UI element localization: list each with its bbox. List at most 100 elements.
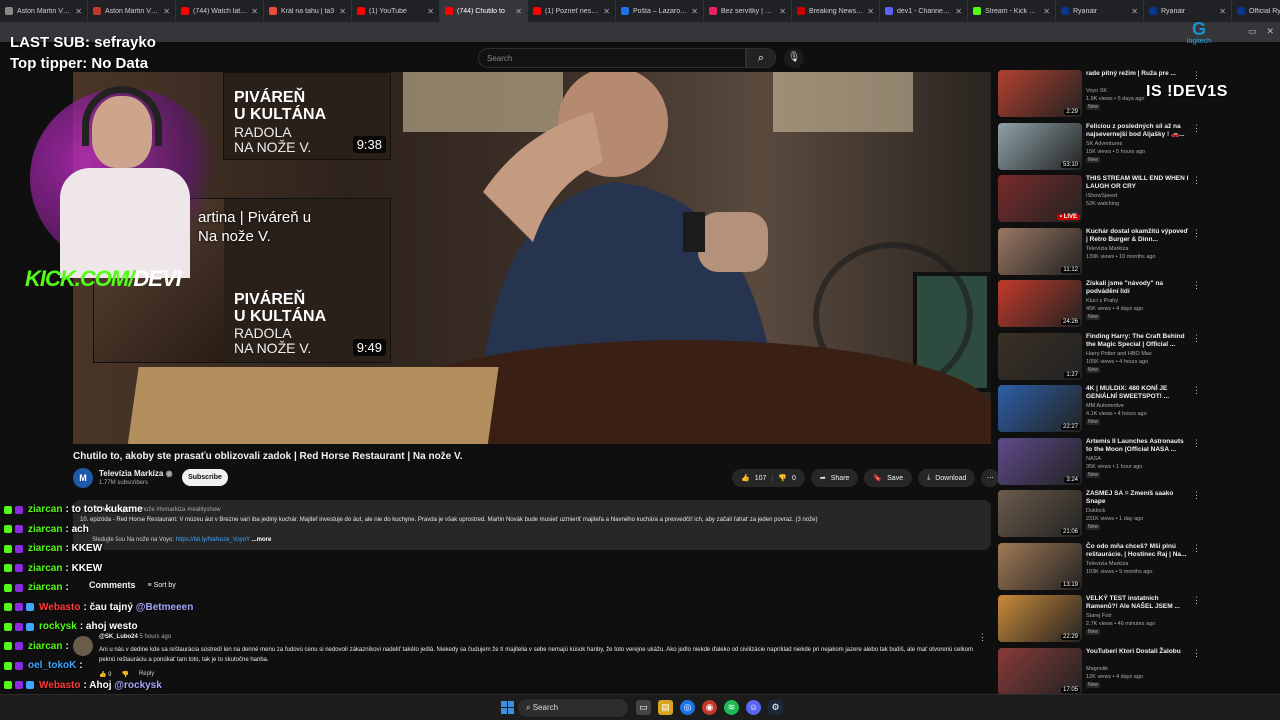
chat-username[interactable]: ziarcan bbox=[28, 543, 62, 554]
recommended-channel[interactable]: Kluci z Prahy bbox=[1086, 298, 1118, 304]
browser-tab[interactable]: Breaking News, Lat ✕ bbox=[792, 0, 880, 22]
tab-close-icon[interactable]: ✕ bbox=[603, 7, 610, 16]
recommended-title[interactable]: 4K | MULDIX: 480 KONÍ JE GENIÁLNÍ SWEETS… bbox=[1086, 385, 1190, 401]
chat-username[interactable]: ziarcan bbox=[28, 641, 62, 652]
tab-close-icon[interactable]: ✕ bbox=[75, 7, 82, 16]
discord-icon[interactable]: ☺ bbox=[746, 700, 761, 715]
browser-tab[interactable]: Bez servítky | TV JOJ ✕ bbox=[704, 0, 792, 22]
more-options-icon[interactable]: ⋮ bbox=[1192, 648, 1201, 659]
tab-close-icon[interactable]: ✕ bbox=[1219, 7, 1226, 16]
recommended-thumbnail[interactable]: 21:06 bbox=[998, 490, 1082, 537]
recommended-channel[interactable]: MM Automotive bbox=[1086, 403, 1124, 409]
recommended-video[interactable]: 17:05 YouTuberi Ktori Dostali Žalobu Mag… bbox=[998, 647, 1208, 696]
app-icon[interactable]: ◉ bbox=[702, 700, 717, 715]
tab-close-icon[interactable]: ✕ bbox=[867, 7, 874, 16]
recommended-title[interactable]: Získali jsme "návody" na podvádění lidí bbox=[1086, 280, 1190, 296]
more-options-icon[interactable]: ⋮ bbox=[1192, 438, 1201, 449]
share-button[interactable]: ➦ Share bbox=[810, 469, 859, 487]
more-options-icon[interactable]: ⋮ bbox=[1192, 228, 1201, 239]
voice-search-button[interactable]: 🎙 bbox=[784, 48, 804, 68]
browser-tab[interactable]: dev1 - Channel Stre✕ bbox=[880, 0, 968, 22]
recommended-video[interactable]: 53:10 Felicíou z posledných síl až na na… bbox=[998, 122, 1208, 173]
recommended-channel[interactable]: NASA bbox=[1086, 456, 1101, 462]
browser-tab[interactable]: Stream - Kick Dash ✕ bbox=[968, 0, 1056, 22]
recommended-video[interactable]: 2:29 rade pitný režim | Ruža pre ... Voy… bbox=[998, 70, 1208, 120]
video-end-card[interactable]: PIVÁREŇ U KULTÁNA RADOLA NA NOŽE V. 9:38 bbox=[223, 72, 391, 160]
recommended-thumbnail[interactable]: 11:12 bbox=[998, 227, 1082, 275]
save-button[interactable]: 🔖 Save bbox=[864, 469, 913, 487]
like-button[interactable]: 👍 107 | 👎 0 bbox=[732, 469, 805, 487]
recommended-channel[interactable]: Duklock bbox=[1086, 508, 1106, 514]
recommended-title[interactable]: THIS STREAM WILL END WHEN I LAUGH OR CRY bbox=[1086, 175, 1190, 191]
download-button[interactable]: ⤓ Download bbox=[918, 469, 976, 487]
recommended-title[interactable]: VELKÝ TEST instatních Ramenů?! Ale NAŠEL… bbox=[1086, 595, 1190, 611]
tab-close-icon[interactable]: ✕ bbox=[955, 7, 962, 16]
chat-username[interactable]: oel_tokoK bbox=[28, 660, 76, 671]
recommended-video[interactable]: 13:19 Čo odo mňa chceš? Mši plnú reštaur… bbox=[998, 542, 1208, 593]
recommended-thumbnail[interactable]: 22:29 bbox=[998, 595, 1082, 642]
recommended-title[interactable]: Finding Harry: The Craft Behind the Magi… bbox=[1086, 333, 1190, 349]
voyo-link[interactable]: https://bit.ly/NaNoze_VoyoY bbox=[176, 537, 250, 543]
recommended-video[interactable]: 24:26 Získali jsme "návody" na podvádění… bbox=[998, 280, 1208, 330]
steam-icon[interactable]: ⚙ bbox=[768, 700, 783, 715]
more-options-icon[interactable]: ⋮ bbox=[1192, 70, 1201, 81]
recommended-title[interactable]: Artemis II Launches Astronauts to the Mo… bbox=[1086, 438, 1190, 454]
tab-close-icon[interactable]: ✕ bbox=[779, 7, 786, 16]
recommended-thumbnail[interactable]: 1:27 bbox=[998, 332, 1082, 380]
chat-username[interactable]: ziarcan bbox=[28, 504, 62, 515]
recommended-video[interactable]: 22:29 VELKÝ TEST instatních Ramenů?! Ale… bbox=[998, 595, 1208, 645]
channel-name[interactable]: Televízia Markíza ◉ bbox=[99, 469, 173, 478]
more-options-icon[interactable]: ⋮ bbox=[1192, 595, 1201, 606]
recommended-channel[interactable]: Starej Fotr bbox=[1086, 613, 1112, 619]
browser-tab[interactable]: (1) YouTube ✕ bbox=[352, 0, 440, 22]
recommended-title[interactable]: ZASMEJ SA = Zmeníš saako Snape bbox=[1086, 490, 1190, 506]
tab-close-icon[interactable]: ✕ bbox=[691, 7, 698, 16]
recommended-channel[interactable]: Televízia Markíza bbox=[1086, 561, 1129, 567]
windows-start-icon[interactable] bbox=[501, 701, 514, 714]
more-options-icon[interactable]: ⋮ bbox=[1192, 280, 1201, 291]
chrome-icon[interactable]: ◎ bbox=[680, 700, 695, 715]
more-actions-button[interactable]: ⋯ bbox=[981, 469, 1000, 487]
recommended-thumbnail[interactable]: 17:05 bbox=[998, 647, 1082, 695]
taskbar-search[interactable]: ⌕ Search bbox=[518, 699, 628, 717]
recommended-thumbnail[interactable]: 22:27 bbox=[998, 385, 1082, 432]
description-tags[interactable]: #nanože #tvmarkiza #realityshow bbox=[132, 507, 221, 513]
recommended-video[interactable]: 3:24 Artemis II Launches Astronauts to t… bbox=[998, 437, 1208, 488]
recommended-thumbnail[interactable]: 13:19 bbox=[998, 542, 1082, 590]
browser-tab[interactable]: (744) Watch later - ✕ bbox=[176, 0, 264, 22]
browser-tab[interactable]: Pošta – Lazarov – C ✕ bbox=[616, 0, 704, 22]
recommended-video[interactable]: 11:12 Kuchár dostal okamžitú výpoveď | R… bbox=[998, 227, 1208, 278]
show-more-link[interactable]: ...more bbox=[252, 537, 272, 543]
tab-close-icon[interactable]: ✕ bbox=[251, 7, 258, 16]
recommended-channel[interactable]: Voyo SK bbox=[1086, 88, 1107, 94]
recommended-video[interactable]: • LIVE THIS STREAM WILL END WHEN I LAUGH… bbox=[998, 175, 1208, 225]
more-options-icon[interactable]: ⋮ bbox=[1192, 385, 1201, 396]
more-options-icon[interactable]: ⋮ bbox=[1192, 175, 1201, 186]
chat-username[interactable]: ziarcan bbox=[28, 524, 62, 535]
recommended-title[interactable]: YouTuberi Ktori Dostali Žalobu bbox=[1086, 648, 1190, 656]
browser-tab[interactable]: Official Ryanair we✕ bbox=[1232, 0, 1280, 22]
recommended-video[interactable]: 22:27 4K | MULDIX: 480 KONÍ JE GENIÁLNÍ … bbox=[998, 385, 1208, 435]
cast-icon[interactable]: ▭ bbox=[1248, 26, 1257, 37]
recommended-title[interactable]: rade pitný režim | Ruža pre ... bbox=[1086, 70, 1190, 78]
recommended-channel[interactable]: IShowSpeed bbox=[1086, 193, 1117, 199]
recommended-thumbnail[interactable]: 3:24 bbox=[998, 437, 1082, 485]
recommended-thumbnail[interactable]: • LIVE bbox=[998, 175, 1082, 222]
chat-username[interactable]: Webasto bbox=[39, 680, 81, 691]
channel-avatar[interactable]: M bbox=[73, 468, 93, 488]
browser-tab[interactable]: Král na tahu | ta3 ✕ bbox=[264, 0, 352, 22]
close-window-icon[interactable]: ✕ bbox=[1266, 26, 1274, 37]
recommended-thumbnail[interactable]: 53:10 bbox=[998, 122, 1082, 170]
tab-close-icon[interactable]: ✕ bbox=[1043, 7, 1050, 16]
thumbs-down-icon[interactable]: 👎 bbox=[778, 474, 787, 482]
recommended-thumbnail[interactable]: 24:26 bbox=[998, 280, 1082, 327]
recommended-title[interactable]: Čo odo mňa chceš? Mši plnú reštaurácie. … bbox=[1086, 543, 1190, 559]
task-view-icon[interactable]: ▭ bbox=[636, 700, 651, 715]
search-input[interactable]: Search bbox=[478, 48, 746, 68]
recommended-title[interactable]: Felicíou z posledných síl až na najsever… bbox=[1086, 123, 1190, 139]
chat-username[interactable]: ziarcan bbox=[28, 563, 62, 574]
tab-close-icon[interactable]: ✕ bbox=[1131, 7, 1138, 16]
browser-tab[interactable]: Aston Martin V8 Va ✕ bbox=[88, 0, 176, 22]
file-explorer-icon[interactable]: ▤ bbox=[658, 700, 673, 715]
tab-close-icon[interactable]: ✕ bbox=[339, 7, 346, 16]
